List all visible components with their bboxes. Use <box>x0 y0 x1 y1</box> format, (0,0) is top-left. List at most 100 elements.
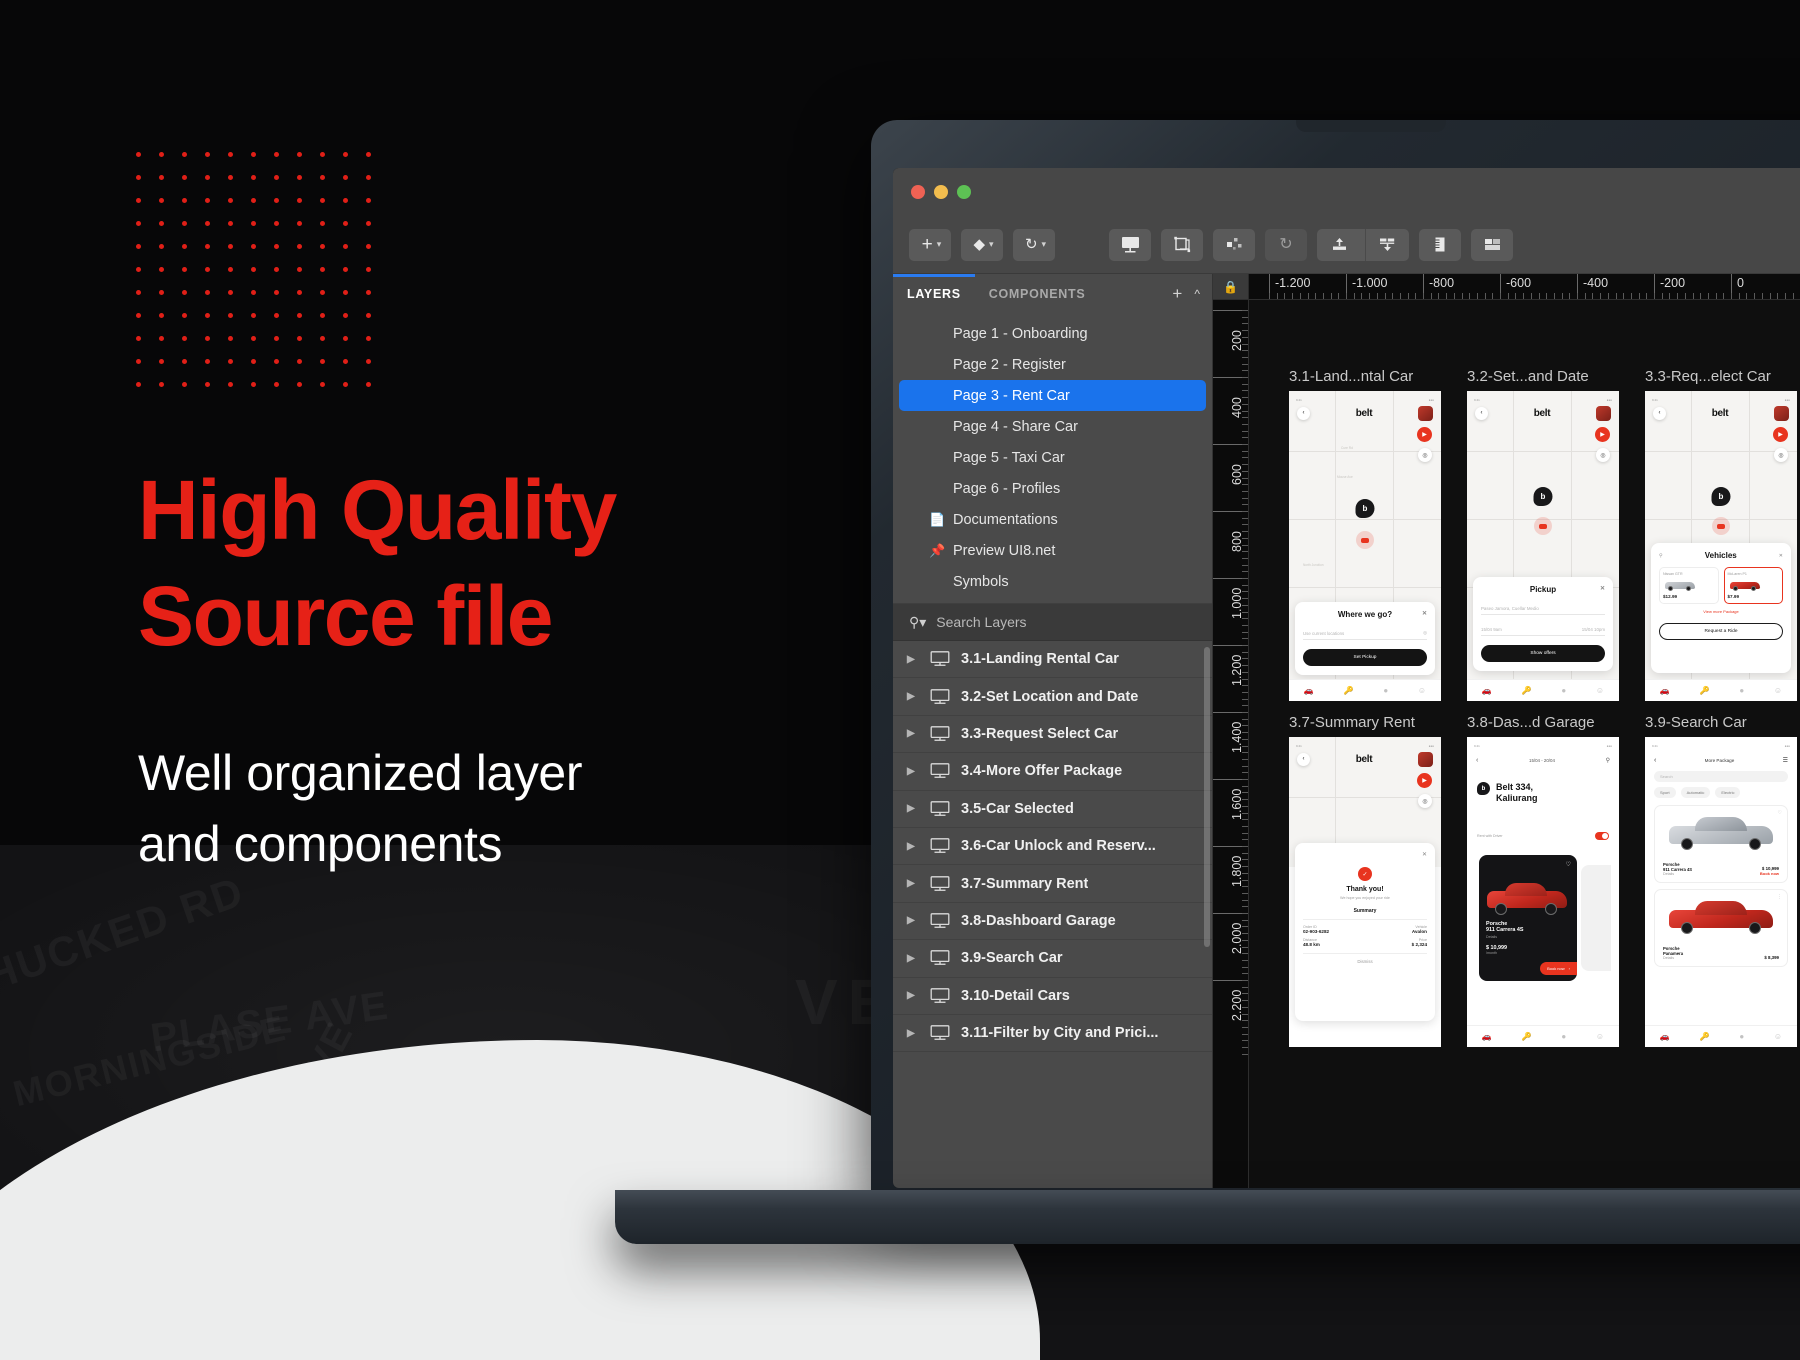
artboard-frame[interactable]: 9:41 ●●● ‹ belt ▶ ◎ b <box>1467 391 1619 701</box>
layer-row[interactable]: ▶ 3.10-Detail Cars <box>893 977 1212 1015</box>
avatar[interactable] <box>1418 751 1433 767</box>
chip-automatic[interactable]: Automatic <box>1680 787 1711 798</box>
chevron-right-icon[interactable]: ▶ <box>907 878 919 889</box>
layer-row[interactable]: ▶ 3.11-Filter by City and Prici... <box>893 1014 1212 1053</box>
profile-tab-icon[interactable]: ☺ <box>1774 1032 1782 1041</box>
locate-fab-icon[interactable]: ◎ <box>1418 794 1432 808</box>
close-icon[interactable]: ✕ <box>1422 851 1427 858</box>
artboard-canvas[interactable]: 3.1-Land...ntal Car Cure Rd Mouse Ave No… <box>1249 300 1800 1188</box>
artboard-frame[interactable]: Cure Rd Mouse Ave North Junction 9:41 ●●… <box>1289 391 1441 701</box>
back-icon[interactable]: ‹ <box>1475 406 1488 420</box>
close-icon[interactable] <box>911 185 925 199</box>
scatter-button[interactable] <box>1213 228 1255 261</box>
profile-tab-icon[interactable]: ☺ <box>1596 1032 1604 1041</box>
chip-electric[interactable]: Electric <box>1715 787 1741 798</box>
avatar[interactable] <box>1596 405 1611 421</box>
search-input[interactable]: Search <box>1654 771 1788 782</box>
car-tab-icon[interactable]: 🚗 <box>1304 686 1314 695</box>
featured-car-card[interactable]: ♡ Porsche 911 Carrera 4S Details $ 10,99… <box>1479 855 1577 981</box>
tab-bar[interactable]: 🚗 🔑 ● ☺ <box>1645 1025 1797 1047</box>
close-icon[interactable]: ✕ <box>1422 610 1427 617</box>
tab-layers[interactable]: LAYERS <box>893 274 975 314</box>
page-item-3-selected[interactable]: Page 3 - Rent Car <box>899 380 1206 411</box>
driver-toggle[interactable] <box>1595 832 1609 840</box>
rotate-button[interactable]: ↻ <box>1265 228 1307 261</box>
play-fab-icon[interactable]: ▶ <box>1773 427 1788 442</box>
back-icon[interactable]: ‹ <box>1297 752 1310 766</box>
tab-bar[interactable]: 🚗 🔑 ● ☺ <box>1467 1025 1619 1047</box>
artboard-3-7[interactable]: 3.7-Summary Rent 9:41 ●●● ‹ belt ▶ ◎ ✕ ✓… <box>1289 714 1441 1047</box>
search-icon[interactable]: ⚲ <box>1606 757 1610 764</box>
show-offers-button[interactable]: Show offers <box>1481 645 1605 662</box>
key-tab-icon[interactable]: 🔑 <box>1700 686 1710 695</box>
chevron-right-icon[interactable]: ▶ <box>907 915 919 926</box>
page-item-symbols[interactable]: Symbols <box>899 566 1206 597</box>
layer-row[interactable]: ▶ 3.4-More Offer Package <box>893 753 1212 791</box>
tab-bar[interactable]: 🚗 🔑 ● ☺ <box>1289 679 1441 701</box>
layer-row[interactable]: ▶ 3.7-Summary Rent <box>893 865 1212 903</box>
car-tab-icon[interactable]: 🚗 <box>1660 1032 1670 1041</box>
layer-row[interactable]: ▶ 3.5-Car Selected <box>893 790 1212 828</box>
play-fab-icon[interactable]: ▶ <box>1417 773 1432 788</box>
artboard-3-3[interactable]: 3.3-Req...elect Car 9:41 ●●● ‹ belt ▶ ◎ … <box>1645 368 1797 701</box>
avatar[interactable] <box>1774 405 1789 421</box>
location-tab-icon[interactable]: ● <box>1383 686 1388 695</box>
layer-row[interactable]: ▶ 3.1-Landing Rental Car <box>893 641 1212 679</box>
insert-button[interactable]: + ▾ <box>909 228 951 261</box>
key-tab-icon[interactable]: 🔑 <box>1344 686 1354 695</box>
locate-fab-icon[interactable]: ◎ <box>1596 448 1610 462</box>
search-layers-bar[interactable]: ⚲▾ Search Layers <box>893 603 1212 641</box>
chevron-right-icon[interactable]: ▶ <box>907 728 919 739</box>
close-icon[interactable]: ✕ <box>1600 585 1605 592</box>
back-icon[interactable]: ‹ <box>1476 757 1478 764</box>
artboard-frame[interactable]: 9:41 ●●● ‹ More Package ☰ Search Sport A… <box>1645 737 1797 1047</box>
key-tab-icon[interactable]: 🔑 <box>1700 1032 1710 1041</box>
car-tab-icon[interactable]: 🚗 <box>1660 686 1670 695</box>
layer-row[interactable]: ▶ 3.6-Car Unlock and Reserv... <box>893 827 1212 866</box>
align-group[interactable] <box>1317 228 1409 261</box>
key-tab-icon[interactable]: 🔑 <box>1522 686 1532 695</box>
tab-bar[interactable]: 🚗 🔑 ● ☺ <box>1645 679 1797 701</box>
page-item-4[interactable]: Page 4 - Share Car <box>899 411 1206 442</box>
chevron-right-icon[interactable]: ▶ <box>907 953 919 964</box>
tab-components[interactable]: COMPONENTS <box>975 274 1100 314</box>
artboard-frame[interactable]: 9:41 ●●● ‹ 15/04 - 20/04 ⚲ b Belt 334, K… <box>1467 737 1619 1047</box>
location-tab-icon[interactable]: ● <box>1739 686 1744 695</box>
create-symbol-button[interactable] <box>1161 228 1203 261</box>
grid-button[interactable] <box>1471 228 1513 261</box>
horizontal-ruler-track[interactable]: -1.200 -1.000 -800 -600 -400 -200 0 <box>1249 274 1800 299</box>
play-fab-icon[interactable]: ▶ <box>1417 427 1432 442</box>
vehicle-card-selected[interactable]: McLaren P1 $7.99 <box>1723 567 1783 604</box>
page-item-1[interactable]: Page 1 - Onboarding <box>899 318 1206 349</box>
create-artboard-button[interactable] <box>1109 228 1151 261</box>
minimize-icon[interactable] <box>934 185 948 199</box>
car-details-link[interactable]: Details <box>1663 872 1692 876</box>
back-icon[interactable]: ‹ <box>1654 757 1656 764</box>
page-item-5[interactable]: Page 5 - Taxi Car <box>899 442 1206 473</box>
chevron-right-icon[interactable]: ▶ <box>907 1028 919 1039</box>
layer-list[interactable]: ▶ 3.1-Landing Rental Car ▶ 3.2-Set Locat… <box>893 641 1212 1188</box>
back-icon[interactable]: ‹ <box>1297 406 1310 420</box>
artboard-frame[interactable]: 9:41 ●●● ‹ belt ▶ ◎ ✕ ✓ Thank you! We ho… <box>1289 737 1441 1047</box>
next-car-card-peek[interactable] <box>1581 865 1611 971</box>
add-page-icon[interactable]: + <box>1172 284 1182 304</box>
window-traffic-lights[interactable] <box>893 185 971 199</box>
close-icon[interactable]: ✕ <box>1779 553 1783 559</box>
location-tab-icon[interactable]: ● <box>1561 686 1566 695</box>
layer-row[interactable]: ▶ 3.2-Set Location and Date <box>893 678 1212 716</box>
locate-icon[interactable]: ◎ <box>1423 630 1427 636</box>
page-item-documentations[interactable]: 📄 Documentations <box>899 504 1206 535</box>
dismiss-button[interactable]: Dismiss <box>1303 959 1427 964</box>
location-tab-icon[interactable]: ● <box>1739 1032 1744 1041</box>
set-pickup-button[interactable]: Set Pickup <box>1303 649 1427 666</box>
location-input[interactable]: Use current locations ◎ <box>1303 627 1427 640</box>
layer-row[interactable]: ▶ 3.3-Request Select Car <box>893 715 1212 754</box>
play-fab-icon[interactable]: ▶ <box>1595 427 1610 442</box>
artboard-3-8[interactable]: 3.8-Das...d Garage 9:41 ●●● ‹ 15/04 - 20/… <box>1467 714 1619 1047</box>
chevron-right-icon[interactable]: ▶ <box>907 841 919 852</box>
vehicle-card[interactable]: Nissan GTR $12.99 <box>1659 567 1719 604</box>
artboard-3-2[interactable]: 3.2-Set...and Date 9:41 ●●● ‹ belt ▶ ◎ b… <box>1467 368 1619 701</box>
chevron-right-icon[interactable]: ▶ <box>907 654 919 665</box>
search-icon[interactable]: ⚲ <box>1659 553 1663 559</box>
lock-icon[interactable]: 🔒 <box>1213 274 1249 299</box>
